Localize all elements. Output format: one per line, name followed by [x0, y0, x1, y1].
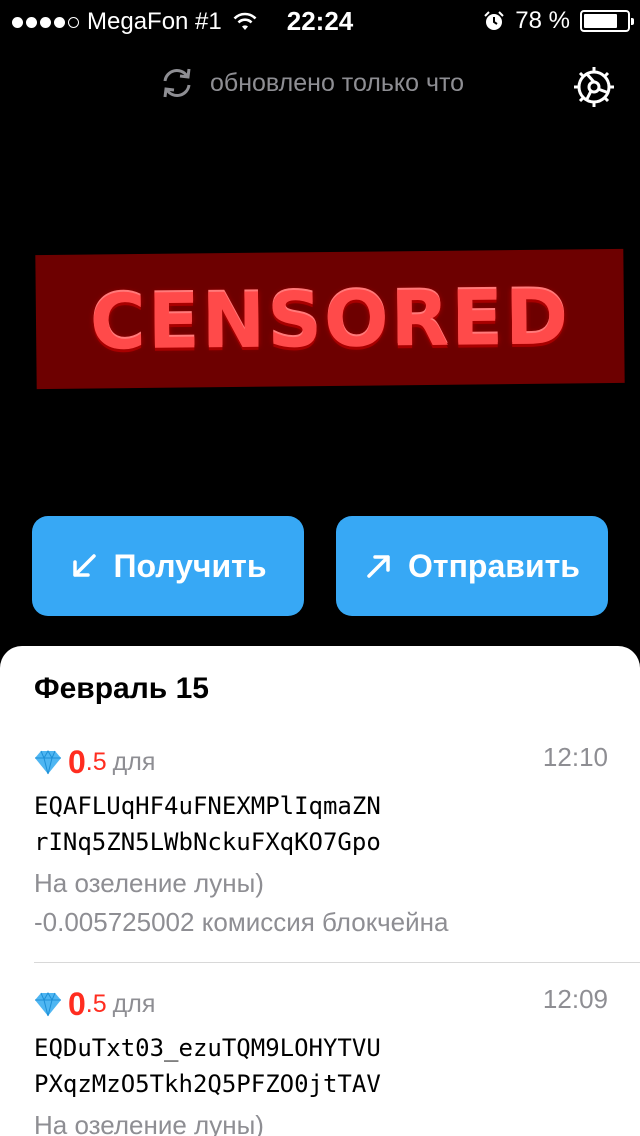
status-bar: MegaFon #1 22:24 78 %: [0, 0, 640, 40]
transaction-address-line: EQAFLUqHF4uFNEXMPlIqmaZN: [34, 792, 381, 820]
transaction-item[interactable]: 0.5 для 12:10 EQAFLUqHF4uFNEXMPlIqmaZN r…: [34, 742, 608, 938]
settings-gear-icon[interactable]: [570, 63, 618, 111]
gem-icon: [35, 749, 61, 775]
battery-percent: 78 %: [515, 7, 570, 34]
date-header: Февраль 15: [34, 672, 209, 705]
sync-status-text: обновлено только что: [210, 68, 465, 97]
transaction-address-line: rINq5ZN5LWbNckuFXqKO7Gpo: [34, 828, 381, 856]
transaction-fee: -0.005725002 комиссия блокчейна: [34, 907, 449, 937]
transaction-amount-row: 0.5 для: [34, 742, 608, 782]
transactions-sheet[interactable]: Февраль 15 0.5 для 12:10 EQAFLUqHF4uFNEX…: [0, 646, 640, 1136]
transaction-amount-int: 0: [68, 985, 86, 1022]
censored-banner: CENSORED: [35, 248, 625, 390]
transaction-address[interactable]: EQDuTxt03_ezuTQM9LOHYTVU PXqzMzO5Tkh2Q5P…: [34, 1030, 608, 1102]
receive-button-label: Получить: [113, 547, 267, 584]
sync-status[interactable]: обновлено только что: [158, 64, 464, 102]
transaction-comment: На озеление луны): [34, 868, 264, 898]
transaction-time: 12:10: [542, 742, 608, 772]
transaction-comment: На озеление луны): [34, 1110, 264, 1136]
alarm-clock-icon: [484, 11, 505, 30]
transaction-item[interactable]: 0.5 для 12:09 EQDuTxt03_ezuTQM9LOHYTVU P…: [34, 984, 608, 1136]
transaction-address-line: EQDuTxt03_ezuTQM9LOHYTVU: [34, 1034, 381, 1062]
battery-fill: [584, 14, 617, 28]
status-right: 78 %: [483, 7, 634, 35]
arrow-up-right-icon: [367, 555, 390, 578]
transaction-address[interactable]: EQAFLUqHF4uFNEXMPlIqmaZN rINq5ZN5LWbNcku…: [34, 788, 608, 860]
refresh-icon: [163, 68, 191, 98]
transaction-direction: для: [112, 989, 156, 1018]
gem-icon: [35, 991, 61, 1017]
send-button-label: Отправить: [408, 547, 580, 584]
transaction-address-line: PXqzMzO5Tkh2Q5PFZO0jtTAV: [34, 1070, 381, 1098]
transaction-amount-frac: .5: [85, 989, 107, 1018]
arrow-down-left-icon: [73, 554, 97, 577]
divider: [34, 962, 640, 963]
transaction-direction: для: [112, 747, 156, 776]
transaction-amount-frac: .5: [85, 747, 107, 776]
battery-icon: [580, 10, 634, 32]
receive-button[interactable]: Получить: [32, 516, 304, 616]
transaction-amount-row: 0.5 для: [34, 984, 608, 1024]
send-button[interactable]: Отправить: [336, 516, 608, 616]
transaction-amount-int: 0: [68, 743, 86, 780]
censored-text: CENSORED: [89, 271, 571, 367]
transaction-time: 12:09: [542, 984, 608, 1014]
